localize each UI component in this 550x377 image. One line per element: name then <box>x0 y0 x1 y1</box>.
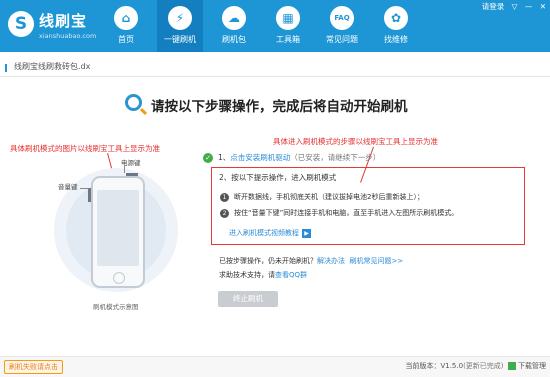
stop-flash-button[interactable]: 终止刷机 <box>218 291 278 307</box>
download-icon <box>508 362 516 370</box>
version-number: V1.5.0 <box>440 362 464 370</box>
home-icon: ⌂ <box>114 6 138 30</box>
solution-link[interactable]: 解决办法 <box>317 257 345 265</box>
faq-icon: FAQ <box>330 6 354 30</box>
toolbox-icon: ▦ <box>276 6 300 30</box>
version-label: 当前版本： <box>405 362 441 370</box>
volume-key <box>88 188 91 202</box>
nav-find-repair[interactable]: ✿ 找维修 <box>373 0 419 52</box>
support-text: 求助技术支持，请 <box>219 271 275 279</box>
repair-icon: ✿ <box>384 6 408 30</box>
nav-toolbox[interactable]: ▦ 工具箱 <box>265 0 311 52</box>
check-icon: ✓ <box>203 153 213 163</box>
step-2-item: 2 按住“音量下键”同时连接手机和电脑，直至手机进入左图所示刷机模式。 <box>220 208 458 218</box>
play-icon: ▶ <box>302 229 311 238</box>
note-left: 具体刷机模式的图片以线刷宝工具上显示为准 <box>10 144 160 153</box>
nav-home[interactable]: ⌂ 首页 <box>103 0 149 52</box>
divider <box>0 76 550 77</box>
nav-label: 一键刷机 <box>164 35 196 44</box>
power-key <box>126 173 138 176</box>
install-driver-link[interactable]: 点击安装刷机驱动 <box>230 153 290 162</box>
support-line: 求助技术支持，请查看QQ群 <box>219 270 307 280</box>
minimize-icon[interactable]: — <box>525 2 533 11</box>
step-text: 按住“音量下键”同时连接手机和电脑，直至手机进入左图所示刷机模式。 <box>234 209 459 217</box>
magnifier-icon <box>125 94 142 111</box>
lightning-icon: ⚡ <box>168 6 192 30</box>
volume-key-pointer <box>80 188 89 189</box>
step-text: 断开数据线，手机彻底关机（建议拔掉电池2秒后重新装上）； <box>234 193 424 201</box>
close-icon[interactable]: ✕ <box>540 2 546 11</box>
nav-one-click-flash[interactable]: ⚡ 一键刷机 <box>157 0 203 52</box>
nav-label: 找维修 <box>384 35 408 44</box>
version-info: 当前版本：V1.5.0(更新已完成) 下载管理 <box>405 361 546 371</box>
footer-bar: 刷机失败请点击 当前版本：V1.5.0(更新已完成) 下载管理 <box>0 356 550 377</box>
video-tutorial-text: 进入刷机模式视频教程 <box>229 229 299 237</box>
flash-faq-link[interactable]: 刷机常见问题>> <box>349 257 403 265</box>
app-subtitle: xianshuabao.com <box>39 32 97 40</box>
phone-illustration <box>91 176 145 288</box>
step1-prefix: 1、 <box>218 153 231 162</box>
nav-faq[interactable]: FAQ 常见问题 <box>319 0 365 52</box>
help-line: 已按步骤操作，仍未开始刷机？解决办法 刷机常见问题>> <box>219 256 403 266</box>
step-1: ✓ 1、点击安装刷机驱动（已安装，请继续下一步） <box>203 152 380 163</box>
phone-caption: 刷机模式示意图 <box>93 303 139 311</box>
header-bar: S 线刷宝 xianshuabao.com ⌂ 首页 ⚡ 一键刷机 ☁ 刷机包 … <box>0 0 550 52</box>
step-number: 2 <box>220 208 229 218</box>
power-key-pointer <box>124 166 125 173</box>
download-manager-link[interactable]: 下载管理 <box>518 362 546 370</box>
step-number: 1 <box>220 192 229 202</box>
phone-screen <box>97 190 139 266</box>
note-right: 具体进入刷机模式的步骤以线刷宝工具上显示为准 <box>273 137 438 146</box>
flash-failed-button[interactable]: 刷机失败请点击 <box>4 360 63 374</box>
help-text: 已按步骤操作，仍未开始刷机？ <box>219 257 317 265</box>
nav-label: 刷机包 <box>222 35 246 44</box>
page-title-text: 请按以下步骤操作，完成后将自动开始刷机 <box>151 99 408 115</box>
login-link[interactable]: 请登录 <box>482 2 505 11</box>
step-2-item: 1 断开数据线，手机彻底关机（建议拔掉电池2秒后重新装上）； <box>220 192 424 202</box>
nav-label: 首页 <box>118 35 134 44</box>
volume-key-label: 音量键 <box>58 183 78 191</box>
version-status: (更新已完成) <box>463 362 504 370</box>
step1-status: （已安装，请继续下一步） <box>290 153 381 162</box>
window-controls: 请登录 ▽ — ✕ <box>477 1 546 12</box>
breadcrumb: 线刷宝线刷救砖包.dx <box>14 62 91 71</box>
page-title: 请按以下步骤操作，完成后将自动开始刷机 <box>125 94 445 118</box>
video-tutorial-link[interactable]: 进入刷机模式视频教程 ▶ <box>229 228 311 238</box>
logo-icon: S <box>8 11 34 37</box>
menu-icon[interactable]: ▽ <box>512 2 518 11</box>
phone-home-button <box>113 272 125 284</box>
app-name: 线刷宝 <box>39 12 88 30</box>
step-2-title: 2、按以下提示操作，进入刷机模式 <box>219 173 337 182</box>
breadcrumb-marker <box>5 64 7 72</box>
cloud-icon: ☁ <box>222 6 246 30</box>
nav-label: 常见问题 <box>326 35 358 44</box>
nav-rom-packages[interactable]: ☁ 刷机包 <box>211 0 257 52</box>
nav-label: 工具箱 <box>276 35 300 44</box>
qq-group-link[interactable]: 查看QQ群 <box>275 271 307 279</box>
